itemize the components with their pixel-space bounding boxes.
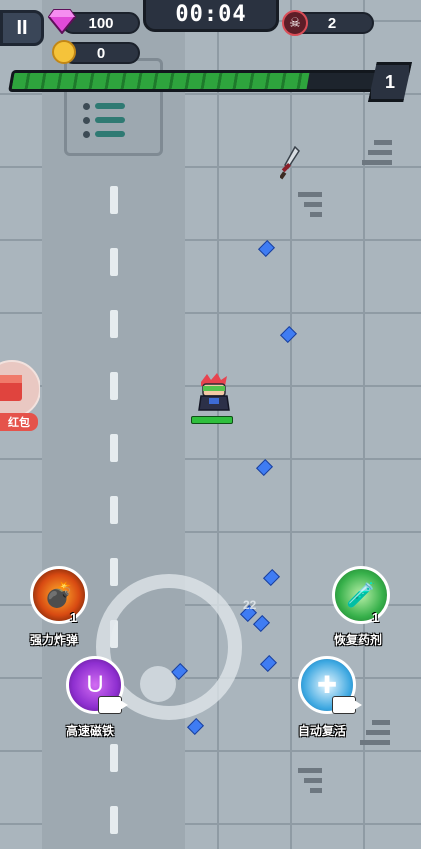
potion-skill-label: 恢复药剂 (334, 633, 383, 647)
match-timer: 00:04 (143, 0, 279, 32)
kill-count: 2 (327, 14, 337, 32)
bomb-skill-button[interactable]: 💣 (30, 566, 88, 624)
magnet-icon: U (86, 671, 104, 698)
floor-vent (362, 160, 392, 165)
video-ad-icon (98, 696, 128, 714)
player-character (198, 373, 230, 411)
gem-count: 100 (88, 14, 114, 32)
lane-mark (110, 248, 118, 276)
floor-vent (366, 730, 390, 735)
pause-button[interactable]: II (0, 10, 44, 46)
lane-mark (110, 558, 118, 586)
revive-skill-label: 自动复活 (298, 724, 347, 738)
xp-bar-fill (11, 73, 310, 89)
video-ad-icon (332, 696, 362, 714)
potion-skill-button[interactable]: 🧪 (332, 566, 390, 624)
floor-vent (298, 768, 322, 773)
floor-vent (372, 720, 390, 725)
lane-mark (110, 744, 118, 772)
lane-mark (110, 434, 118, 462)
lane-mark (110, 372, 118, 400)
floor-vent (304, 202, 322, 207)
skull-icon: ☠ (282, 10, 308, 36)
bomb-skill-label: 强力炸弹 (30, 633, 79, 647)
coin-icon (52, 40, 76, 64)
lane-mark (110, 186, 118, 214)
dagger-pickup-icon (280, 146, 300, 180)
lane-mark (110, 310, 118, 338)
potion-icon: 🧪 (346, 581, 376, 609)
coin-count: 0 (96, 44, 106, 62)
damage-number: 22 (243, 598, 257, 612)
magnet-skill-label: 高速磁铁 (66, 724, 115, 738)
floor-vent (360, 740, 390, 745)
red-packet-label[interactable]: 红包 (0, 413, 38, 431)
bomb-icon: 💣 (44, 581, 74, 609)
gem-icon (48, 9, 76, 34)
lane-mark (110, 806, 118, 834)
player-health-bar (191, 416, 233, 424)
floor-vent (298, 192, 322, 197)
floor-vent (374, 140, 392, 145)
joystick-knob[interactable] (140, 666, 176, 702)
xp-bar (8, 70, 392, 92)
potion-count: 1 (372, 610, 380, 625)
floor-vent (368, 150, 392, 155)
floor-vent (310, 788, 322, 793)
floor-vent (304, 778, 322, 783)
floor-vent (310, 212, 322, 217)
bomb-count: 1 (70, 610, 78, 625)
lane-mark (110, 496, 118, 524)
